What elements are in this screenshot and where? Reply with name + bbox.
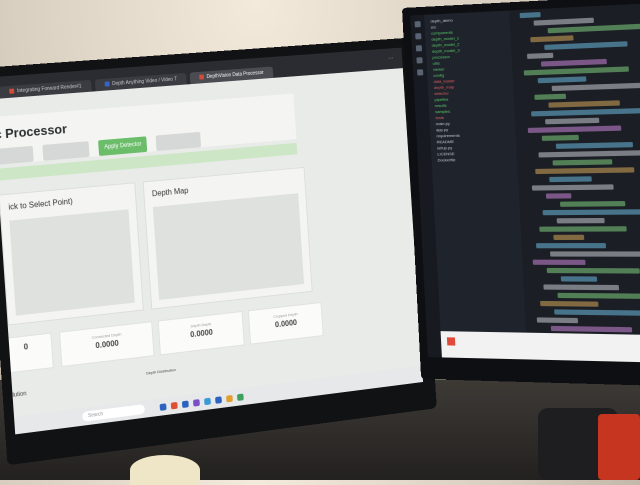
stat-card: Connected Depth 0.0000 (59, 321, 155, 368)
toolbar-button[interactable] (155, 131, 202, 152)
section-title: lution (12, 391, 27, 399)
explorer-icon[interactable] (414, 21, 421, 28)
code-line (536, 317, 579, 324)
extensions-icon[interactable] (417, 69, 424, 76)
explorer-item[interactable]: Dockerfile (432, 156, 518, 164)
code-editor[interactable] (509, 3, 640, 363)
code-line (549, 251, 640, 257)
terminal-panel[interactable] (440, 331, 640, 363)
taskbar-app-icon[interactable] (236, 393, 244, 401)
left-monitor: Integrating Forward Render#1 Depth Anyth… (0, 37, 437, 466)
depth-map-title: Depth Map (151, 186, 189, 199)
code-line (543, 284, 620, 291)
browser-tab-active[interactable]: DepthVision Data Processor (189, 66, 274, 85)
apply-detector-button[interactable]: Apply Detector (98, 136, 148, 157)
code-line (559, 200, 626, 207)
browser-tabbar: Integrating Forward Render#1 Depth Anyth… (0, 47, 403, 100)
code-line (553, 234, 585, 241)
code-line (544, 41, 628, 50)
stat-value: 0 (23, 342, 29, 352)
code-line (548, 100, 620, 108)
code-line (539, 226, 627, 232)
image-panel-title: ick to Select Point) (8, 196, 73, 212)
stat-card: Depth Depth 0.0000 (157, 310, 245, 356)
page-title: c Processor (0, 121, 68, 142)
code-line (530, 35, 574, 43)
cup (130, 455, 200, 485)
tab-favicon-icon (104, 81, 110, 87)
code-line (545, 193, 572, 199)
code-line (542, 209, 640, 216)
run-icon[interactable] (416, 57, 423, 64)
code-line (549, 176, 592, 183)
code-line (533, 17, 594, 26)
code-line (555, 141, 634, 149)
search-icon[interactable] (415, 33, 422, 40)
taskbar-app-icon[interactable] (204, 397, 211, 405)
taskbar-app-icon[interactable] (159, 402, 167, 411)
taskbar-app-icon[interactable] (170, 401, 178, 409)
browser-tab[interactable]: Integrating Forward Render#1 (0, 79, 92, 99)
taskbar-app-icon[interactable] (215, 395, 222, 404)
taskbar-apps (159, 393, 244, 411)
code-line (519, 11, 541, 19)
image-canvas[interactable] (9, 209, 135, 316)
code-line (550, 325, 633, 333)
code-line (541, 134, 579, 141)
browser-menu-button[interactable]: ··· (388, 56, 394, 62)
code-line (526, 52, 554, 59)
source-control-icon[interactable] (415, 45, 423, 52)
depth-map-canvas (152, 193, 305, 300)
stat-card: 0 (0, 332, 54, 375)
code-line (531, 184, 614, 191)
code-line (540, 58, 607, 67)
code-line (552, 159, 613, 166)
taskbar-search-input[interactable]: Search (81, 404, 146, 422)
code-line (540, 300, 599, 307)
right-monitor: depth_demo src components depth_model_1 dept… (402, 0, 640, 387)
code-line (551, 82, 640, 92)
depth-distribution-title: Depth Distribution (146, 367, 176, 376)
left-screen: Integrating Forward Render#1 Depth Anyth… (0, 47, 424, 435)
browser-tab[interactable]: Depth Anything Video / Video T (94, 72, 187, 92)
terminal-icon (446, 337, 456, 346)
red-object (598, 414, 640, 480)
depth-map-panel: Depth Map (142, 166, 313, 310)
code-line (527, 125, 622, 134)
code-line (557, 292, 640, 300)
taskbar-app-icon[interactable] (192, 398, 200, 407)
code-line (532, 259, 586, 265)
taskbar-app-icon[interactable] (181, 400, 189, 408)
tab-favicon-icon (9, 88, 15, 95)
code-line (537, 76, 587, 84)
code-line (535, 243, 607, 249)
code-line (560, 276, 598, 282)
taskbar-app-icon[interactable] (226, 394, 233, 402)
tab-favicon-icon (199, 74, 204, 80)
code-line (547, 23, 640, 34)
code-line (546, 267, 640, 274)
image-panel: ick to Select Point) (0, 182, 144, 326)
code-line (545, 117, 600, 125)
code-line (523, 66, 629, 76)
stat-card: Cropped Depth 0.0000 (247, 302, 324, 345)
toolbar-button[interactable] (0, 145, 34, 166)
toolbar-button[interactable] (42, 141, 90, 161)
code-line (534, 93, 567, 100)
code-line (554, 309, 640, 316)
code-line (535, 167, 635, 175)
code-line (556, 217, 605, 224)
code-line (531, 108, 640, 117)
code-line (538, 149, 640, 158)
ide-window: depth_demo src components depth_model_1 dept… (410, 2, 640, 363)
